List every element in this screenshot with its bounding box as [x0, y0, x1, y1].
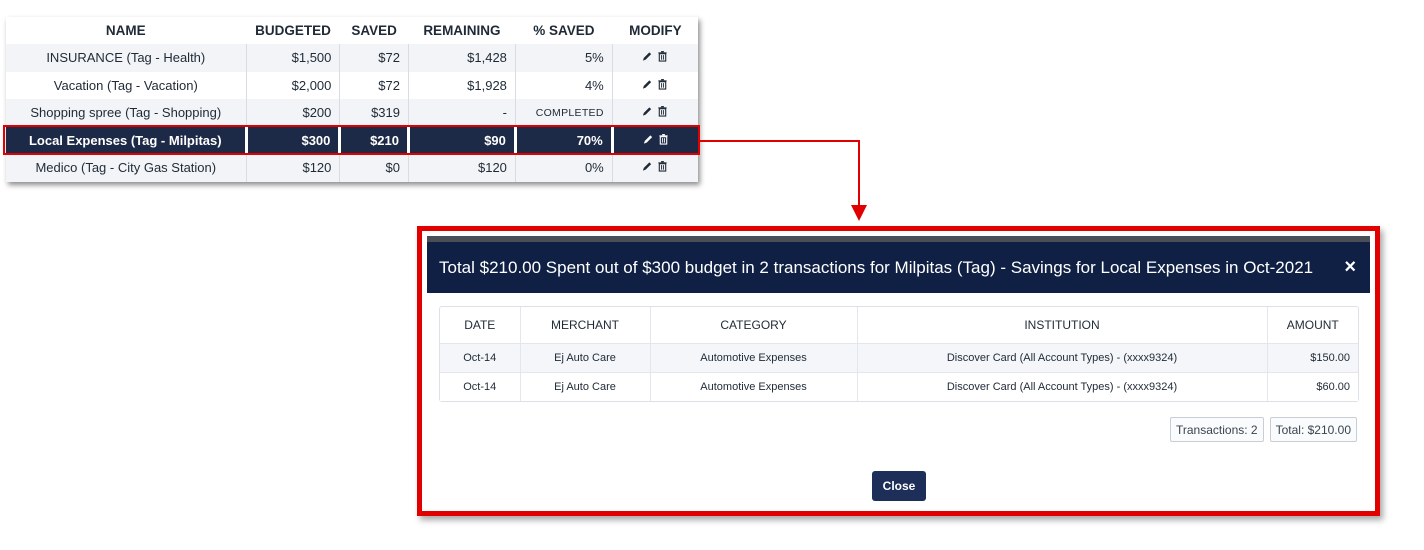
savings-table-header: NAME BUDGETED SAVED REMAINING % SAVED MO… — [6, 17, 698, 44]
row-remaining: - — [408, 99, 516, 127]
row-pct-saved: 70% — [515, 126, 614, 154]
txn-date: Oct-14 — [440, 343, 521, 372]
row-name[interactable]: INSURANCE (Tag - Health) — [6, 44, 247, 72]
header-remaining[interactable]: REMAINING — [408, 17, 516, 44]
pencil-icon[interactable] — [642, 50, 653, 62]
transactions-summary: Transactions: 2 Total: $210.00 — [1170, 417, 1357, 442]
header-saved[interactable]: SAVED — [339, 17, 409, 44]
connector-line-vertical — [858, 140, 860, 206]
savings-table: NAME BUDGETED SAVED REMAINING % SAVED MO… — [6, 17, 698, 182]
row-name[interactable]: Medico (Tag - City Gas Station) — [6, 154, 247, 182]
transactions-table-header: DATE MERCHANT CATEGORY INSTITUTION AMOUN… — [440, 307, 1358, 344]
header-merchant[interactable]: MERCHANT — [520, 307, 651, 344]
row-modify — [612, 154, 698, 182]
row-modify — [612, 71, 698, 99]
table-row[interactable]: INSURANCE (Tag - Health) $1,500 $72 $1,4… — [6, 44, 698, 72]
header-date[interactable]: DATE — [440, 307, 521, 344]
trash-icon[interactable] — [657, 105, 668, 117]
table-row-selected[interactable]: Local Expenses (Tag - Milpitas) $300 $21… — [6, 126, 698, 154]
row-budgeted: $200 — [246, 99, 341, 127]
trash-icon[interactable] — [657, 50, 668, 62]
row-budgeted: $2,000 — [246, 71, 341, 99]
row-pct-saved: COMPLETED — [515, 99, 613, 127]
row-saved: $210 — [339, 126, 410, 154]
row-saved: $72 — [339, 71, 409, 99]
row-remaining: $90 — [408, 126, 517, 154]
row-name[interactable]: Local Expenses (Tag - Milpitas) — [6, 126, 248, 154]
trash-icon[interactable] — [657, 160, 668, 172]
table-row: Oct-14 Ej Auto Care Automotive Expenses … — [440, 371, 1358, 401]
header-pct-saved[interactable]: % SAVED — [515, 17, 613, 44]
header-institution[interactable]: INSTITUTION — [857, 307, 1268, 344]
pencil-icon[interactable] — [642, 105, 653, 117]
pencil-icon[interactable] — [642, 160, 653, 172]
header-modify: MODIFY — [612, 17, 698, 44]
row-name[interactable]: Vacation (Tag - Vacation) — [6, 71, 247, 99]
row-saved: $319 — [339, 99, 409, 127]
row-remaining: $1,428 — [408, 44, 516, 72]
txn-institution: Discover Card (All Account Types) - (xxx… — [857, 343, 1268, 372]
row-budgeted: $1,500 — [246, 44, 341, 72]
close-button[interactable]: Close — [872, 471, 926, 501]
modal-header: Total $210.00 Spent out of $300 budget i… — [427, 242, 1370, 293]
row-modify — [612, 126, 698, 154]
txn-amount: $150.00 — [1267, 343, 1358, 372]
savings-table-container: NAME BUDGETED SAVED REMAINING % SAVED MO… — [6, 17, 698, 182]
txn-category: Automotive Expenses — [650, 343, 858, 372]
row-pct-saved: 5% — [515, 44, 613, 72]
txn-category: Automotive Expenses — [650, 371, 858, 401]
row-pct-saved: 4% — [515, 71, 613, 99]
txn-date: Oct-14 — [440, 371, 521, 401]
row-saved: $0 — [339, 154, 409, 182]
table-row[interactable]: Medico (Tag - City Gas Station) $120 $0 … — [6, 154, 698, 182]
row-modify — [612, 44, 698, 72]
modal-title: Total $210.00 Spent out of $300 budget i… — [439, 257, 1314, 277]
trash-icon[interactable] — [658, 133, 669, 145]
header-name[interactable]: NAME — [6, 17, 247, 44]
txn-merchant: Ej Auto Care — [520, 343, 651, 372]
pencil-icon[interactable] — [642, 78, 653, 90]
row-budgeted: $300 — [246, 126, 342, 154]
row-pct-saved: 0% — [515, 154, 613, 182]
table-row[interactable]: Shopping spree (Tag - Shopping) $200 $31… — [6, 99, 698, 127]
trash-icon[interactable] — [657, 78, 668, 90]
transactions-table-container: DATE MERCHANT CATEGORY INSTITUTION AMOUN… — [439, 306, 1359, 402]
header-budgeted[interactable]: BUDGETED — [246, 17, 341, 44]
row-modify — [612, 99, 698, 127]
row-budgeted: $120 — [246, 154, 341, 182]
table-row: Oct-14 Ej Auto Care Automotive Expenses … — [440, 343, 1358, 372]
row-remaining: $120 — [408, 154, 516, 182]
row-saved: $72 — [339, 44, 409, 72]
transactions-modal: Total $210.00 Spent out of $300 budget i… — [417, 226, 1380, 516]
header-category[interactable]: CATEGORY — [650, 307, 858, 344]
close-icon[interactable]: × — [1344, 256, 1358, 279]
row-name[interactable]: Shopping spree (Tag - Shopping) — [6, 99, 247, 127]
header-amount[interactable]: AMOUNT — [1267, 307, 1358, 344]
table-row[interactable]: Vacation (Tag - Vacation) $2,000 $72 $1,… — [6, 71, 698, 99]
transactions-table: DATE MERCHANT CATEGORY INSTITUTION AMOUN… — [440, 307, 1358, 401]
txn-merchant: Ej Auto Care — [520, 371, 651, 401]
connector-line-horizontal — [700, 140, 860, 142]
transactions-total-badge: Total: $210.00 — [1269, 417, 1357, 442]
transactions-count-badge: Transactions: 2 — [1170, 417, 1264, 442]
txn-amount: $60.00 — [1267, 371, 1358, 401]
row-remaining: $1,928 — [408, 71, 516, 99]
pencil-icon[interactable] — [643, 133, 654, 145]
txn-institution: Discover Card (All Account Types) - (xxx… — [857, 371, 1268, 401]
arrow-down-icon — [851, 205, 867, 221]
